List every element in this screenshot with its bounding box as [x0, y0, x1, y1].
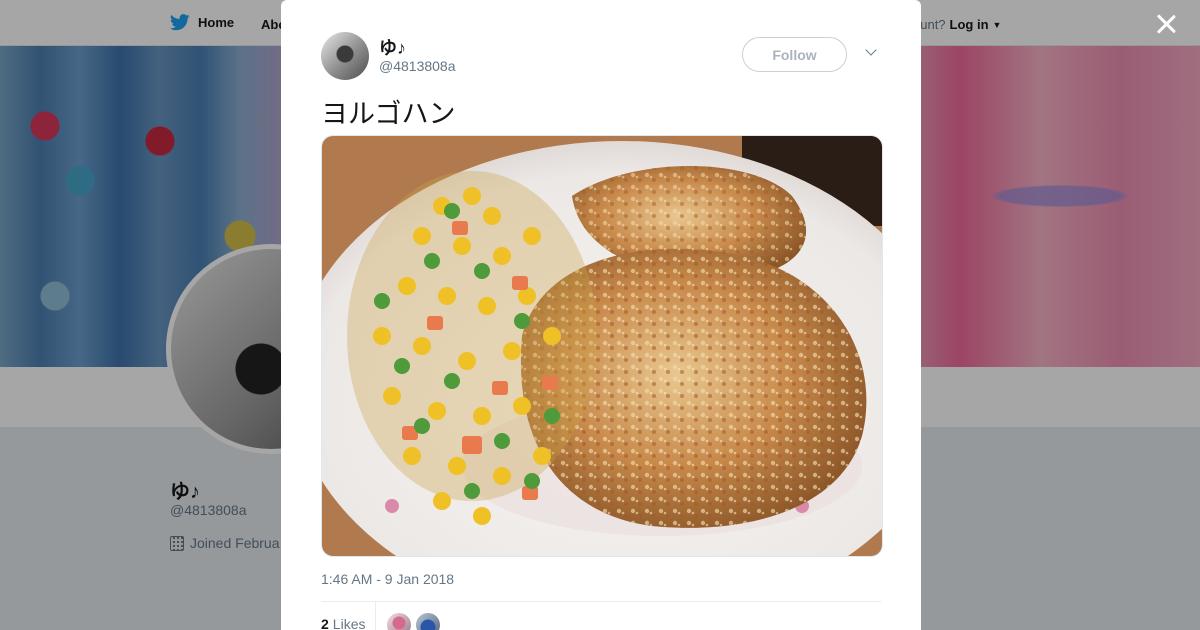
tweet-modal: ゆ♪ @4813808a Follow ヨルゴハン 1:46 AM - 9 Ja…	[281, 0, 921, 630]
likes-separator	[375, 602, 376, 630]
tweet-photo[interactable]	[321, 135, 883, 557]
chevron-down-icon[interactable]	[864, 45, 880, 61]
tweet-timestamp[interactable]: 1:46 AM - 9 Jan 2018	[321, 571, 454, 587]
food-photo-image	[322, 136, 882, 556]
tweet-author-handle[interactable]: @4813808a	[379, 58, 456, 74]
tweet-text: ヨルゴハン	[321, 99, 456, 130]
follow-button[interactable]: Follow	[742, 37, 847, 72]
liker-avatar[interactable]	[387, 613, 411, 630]
tweet-author-name[interactable]: ゆ♪	[379, 34, 406, 60]
likes-stat[interactable]: 2 Likes	[321, 616, 365, 630]
likes-label: Likes	[332, 616, 366, 630]
liker-avatar[interactable]	[416, 613, 440, 630]
stats-divider	[321, 601, 881, 602]
tweet-author-avatar[interactable]	[321, 32, 369, 80]
likes-count: 2	[321, 616, 329, 630]
close-icon[interactable]	[1152, 10, 1180, 38]
